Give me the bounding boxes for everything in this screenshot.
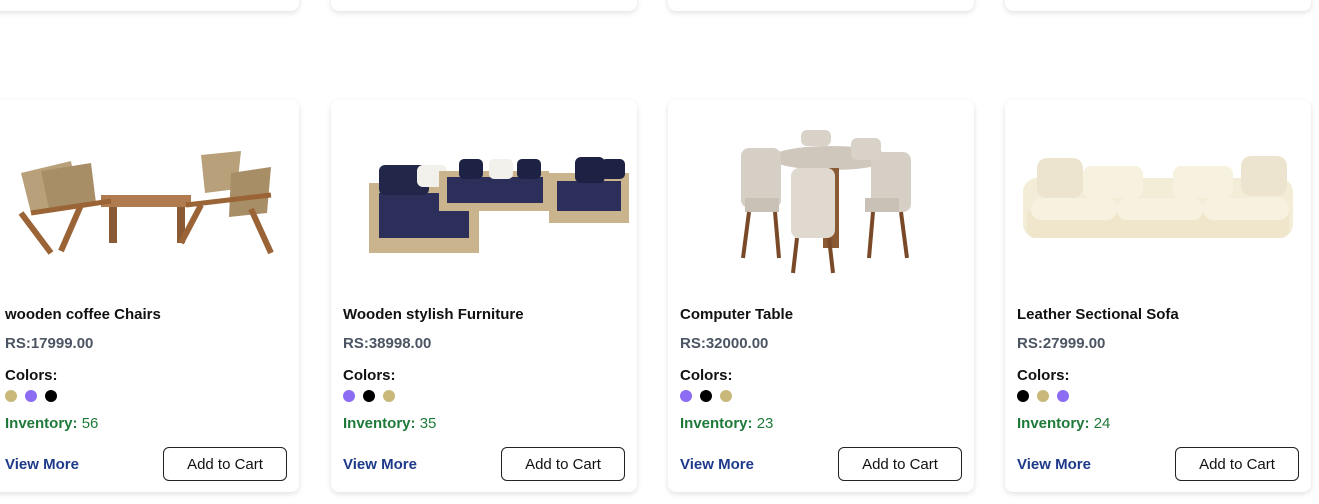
color-swatch[interactable] bbox=[343, 390, 355, 402]
view-more-link[interactable]: View More bbox=[343, 456, 417, 473]
inventory: Inventory: 23 bbox=[680, 415, 773, 432]
color-swatch[interactable] bbox=[680, 390, 692, 402]
add-to-cart-button[interactable]: Add to Cart bbox=[501, 447, 625, 481]
wooden-chairs-image bbox=[0, 110, 299, 296]
color-swatch[interactable] bbox=[45, 390, 57, 402]
color-swatch[interactable] bbox=[1037, 390, 1049, 402]
product-price: RS:38998.00 bbox=[343, 335, 432, 352]
product-price: RS:32000.00 bbox=[680, 335, 769, 352]
add-to-cart-button[interactable]: Add to Cart bbox=[1175, 447, 1299, 481]
color-swatch[interactable] bbox=[700, 390, 712, 402]
colors-label: Colors: bbox=[1017, 367, 1070, 384]
inventory: Inventory: 35 bbox=[343, 415, 436, 432]
product-card: Leather Sectional Sofa RS:27999.00 Color… bbox=[1005, 100, 1311, 492]
color-swatches bbox=[343, 390, 395, 402]
product-price: RS:27999.00 bbox=[1017, 335, 1106, 352]
view-more-link[interactable]: View More bbox=[5, 456, 79, 473]
product-title: Computer Table bbox=[680, 306, 794, 323]
view-more-link[interactable]: View More bbox=[1017, 456, 1091, 473]
product-title: Wooden stylish Furniture bbox=[343, 306, 524, 323]
add-to-cart-button[interactable]: Add to Cart bbox=[163, 447, 287, 481]
dining-table-image bbox=[668, 110, 974, 296]
add-to-cart-button[interactable]: Add to Cart bbox=[838, 447, 962, 481]
color-swatch[interactable] bbox=[363, 390, 375, 402]
colors-label: Colors: bbox=[343, 367, 396, 384]
inventory-label: Inventory: bbox=[343, 415, 416, 432]
inventory-label: Inventory: bbox=[5, 415, 78, 432]
color-swatch[interactable] bbox=[720, 390, 732, 402]
product-title: wooden coffee Chairs bbox=[5, 306, 161, 323]
color-swatch[interactable] bbox=[1017, 390, 1029, 402]
color-swatches bbox=[1017, 390, 1069, 402]
view-more-link[interactable]: View More bbox=[680, 456, 754, 473]
product-title: Leather Sectional Sofa bbox=[1017, 306, 1179, 323]
sofa-image bbox=[1005, 110, 1311, 296]
inventory-value: 23 bbox=[756, 415, 774, 432]
color-swatch[interactable] bbox=[25, 390, 37, 402]
product-card: Wooden stylish Furniture RS:38998.00 Col… bbox=[331, 100, 637, 492]
inventory-label: Inventory: bbox=[680, 415, 753, 432]
colors-label: Colors: bbox=[680, 367, 733, 384]
inventory: Inventory: 56 bbox=[5, 415, 98, 432]
product-card-partial bbox=[331, 0, 637, 11]
product-price: RS:17999.00 bbox=[5, 335, 94, 352]
inventory-value: 56 bbox=[81, 415, 99, 432]
sofa-set-image bbox=[331, 110, 637, 296]
product-card: Computer Table RS:32000.00 Colors: Inven… bbox=[668, 100, 974, 492]
colors-label: Colors: bbox=[5, 367, 58, 384]
color-swatch[interactable] bbox=[1057, 390, 1069, 402]
product-card: wooden coffee Chairs RS:17999.00 Colors:… bbox=[0, 100, 299, 492]
color-swatches bbox=[5, 390, 57, 402]
product-card-partial bbox=[1005, 0, 1311, 11]
inventory-value: 35 bbox=[419, 415, 437, 432]
inventory-label: Inventory: bbox=[1017, 415, 1090, 432]
color-swatches bbox=[680, 390, 732, 402]
inventory-value: 24 bbox=[1093, 415, 1111, 432]
inventory: Inventory: 24 bbox=[1017, 415, 1110, 432]
product-card-partial bbox=[668, 0, 974, 11]
color-swatch[interactable] bbox=[5, 390, 17, 402]
color-swatch[interactable] bbox=[383, 390, 395, 402]
product-card-partial bbox=[0, 0, 299, 11]
